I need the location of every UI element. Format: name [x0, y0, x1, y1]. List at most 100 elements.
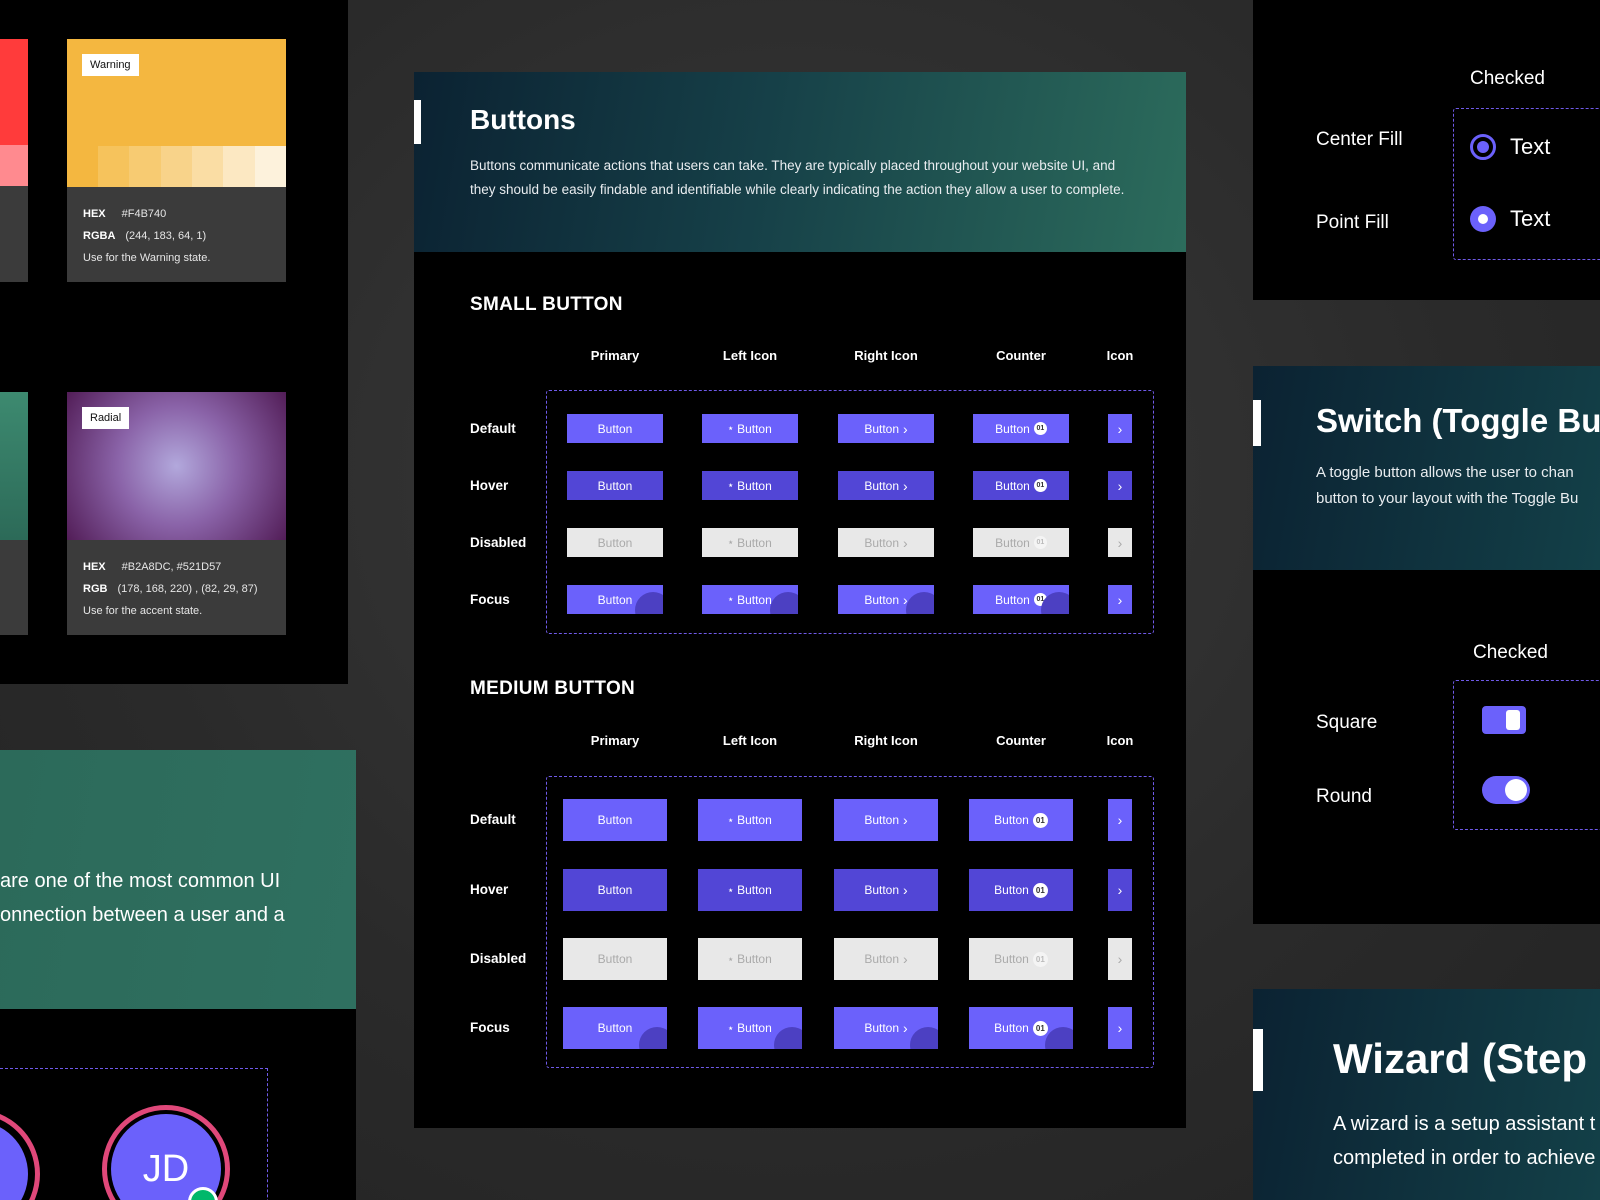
chevron-right-icon: › [903, 812, 908, 828]
small-left-icon-button-hover[interactable]: ⭑ Button [702, 471, 798, 500]
round-label: Round [1316, 786, 1372, 807]
medium-counter-button-default[interactable]: Button 01 [969, 799, 1073, 841]
button-label: Button [995, 535, 1030, 550]
medium-primary-button-focus[interactable]: Button [563, 1007, 667, 1049]
chevron-right-icon: › [1117, 477, 1123, 494]
medium-col-right-icon: Right Icon [854, 733, 918, 748]
switch-panel: Switch (Toggle Bu A toggle button allows… [1253, 366, 1600, 924]
small-icon-button-default[interactable]: › [1108, 414, 1132, 443]
warning-info: HEX #F4B740 RGBA (244, 183, 64, 1) Use for… [67, 187, 286, 285]
button-label: Button [737, 883, 772, 897]
button-label: Button [995, 478, 1030, 493]
small-counter-button-disabled: Button 01 [973, 528, 1069, 557]
page-description: Buttons communicate actions that users c… [470, 158, 1125, 197]
medium-right-icon-button-focus[interactable]: Button › [834, 1007, 938, 1049]
small-counter-button-focus[interactable]: Button 01 [973, 585, 1069, 614]
small-left-icon-button-default[interactable]: ⭑ Button [702, 414, 798, 443]
point-fill-label: Point Fill [1316, 212, 1389, 233]
wizard-section-marker [1253, 1029, 1263, 1091]
intro-text-panel: are one of the most common UI onnection … [0, 750, 356, 1009]
square-label: Square [1316, 712, 1378, 733]
button-label: Button [597, 421, 633, 436]
avatar-initials: JD [142, 1147, 190, 1190]
center-fill-label: Center Fill [1316, 129, 1403, 150]
medium-counter-button-hover[interactable]: Button 01 [969, 869, 1073, 911]
small-counter-button-hover[interactable]: Button 01 [973, 471, 1069, 500]
counter-badge: 01 [1032, 951, 1048, 967]
switch-section-marker [1253, 400, 1261, 446]
medium-primary-button-hover[interactable]: Button [563, 869, 667, 911]
warning-swatch: Warning HEX #F4B740 RGBA (244, 183, 64, 1)… [67, 39, 286, 282]
counter-badge: 01 [1032, 882, 1048, 898]
chevron-right-icon: › [903, 591, 908, 608]
wizard-title: Wizard (Step [1333, 1035, 1587, 1082]
error-tint-partial [0, 145, 28, 186]
center-fill-radio[interactable] [1470, 134, 1496, 160]
medium-right-icon-button-hover[interactable]: Button › [834, 869, 938, 911]
medium-col-primary: Primary [590, 733, 640, 748]
radial-hex: #B2A8DC, #521D57 [121, 561, 222, 573]
button-label: Button [597, 952, 633, 966]
small-primary-button-focus[interactable]: Button [567, 585, 663, 614]
button-label: Button [737, 592, 772, 607]
small-col-primary: Primary [590, 348, 640, 363]
small-icon-button-disabled: › [1108, 528, 1132, 557]
medium-col-icon: Icon [1106, 733, 1134, 748]
buttons-card: Buttons Buttons communicate actions that… [414, 72, 1186, 1128]
chevron-right-icon: › [1117, 812, 1123, 828]
wizard-panel: Wizard (Step A wizard is a setup assista… [1253, 989, 1600, 1200]
medium-left-icon-button-default[interactable]: ⭑ Button [698, 799, 802, 841]
user-icon: ⭑ [728, 594, 734, 604]
small-right-icon-button-focus[interactable]: Button › [838, 585, 934, 614]
small-right-icon-button-default[interactable]: Button › [838, 414, 934, 443]
medium-row-hover: Hover [470, 882, 509, 897]
switch-desc-line-2: button to your layout with the Toggle Bu [1316, 490, 1579, 507]
medium-counter-button-focus[interactable]: Button 01 [969, 1007, 1073, 1049]
warning-tints [98, 146, 286, 187]
chevron-right-icon: › [1117, 534, 1123, 551]
point-fill-radio[interactable] [1470, 206, 1496, 232]
button-label: Button [597, 535, 633, 550]
small-counter-button-default[interactable]: Button 01 [973, 414, 1069, 443]
medium-row-default: Default [470, 812, 516, 827]
small-left-icon-button-focus[interactable]: ⭑ Button [702, 585, 798, 614]
medium-right-icon-button-default[interactable]: Button › [834, 799, 938, 841]
counter-badge: 01 [1033, 422, 1047, 435]
button-label: Button [864, 592, 900, 607]
green-swatch-partial [0, 392, 28, 540]
button-label: Button [995, 421, 1030, 436]
button-label: Button [864, 1021, 900, 1035]
medium-icon-button-hover[interactable]: › [1108, 869, 1132, 911]
wizard-desc-line-2: completed in order to achieve [1333, 1147, 1596, 1169]
point-fill-text: Text [1510, 206, 1551, 231]
warning-tag: Warning [82, 54, 139, 76]
radio-dashed-box [1453, 108, 1600, 260]
medium-left-icon-button-focus[interactable]: ⭑ Button [698, 1007, 802, 1049]
medium-icon-button-focus[interactable]: › [1108, 1007, 1132, 1049]
small-primary-button-default[interactable]: Button [567, 414, 663, 443]
chevron-right-icon: › [1117, 591, 1123, 608]
colors-panel: Warning HEX #F4B740 RGBA (244, 183, 64, 1)… [0, 0, 348, 684]
chevron-right-icon: › [903, 882, 908, 898]
small-right-icon-button-hover[interactable]: Button › [838, 471, 934, 500]
medium-left-icon-button-hover[interactable]: ⭑ Button [698, 869, 802, 911]
radial-tag: Radial [82, 407, 130, 429]
button-label: Button [994, 952, 1029, 966]
section-marker [414, 100, 421, 144]
warning-rgba: (244, 183, 64, 1) [125, 230, 207, 242]
small-col-right-icon: Right Icon [854, 348, 918, 363]
small-primary-button-hover[interactable]: Button [567, 471, 663, 500]
button-label: Button [597, 1021, 633, 1035]
small-icon-button-focus[interactable]: › [1108, 585, 1132, 614]
counter-badge: 01 [1033, 536, 1047, 549]
small-icon-button-hover[interactable]: › [1108, 471, 1132, 500]
page-title: Buttons [470, 104, 576, 135]
medium-icon-button-default[interactable]: › [1108, 799, 1132, 841]
error-swatch-partial [0, 39, 28, 145]
round-toggle[interactable] [1482, 776, 1530, 804]
medium-left-icon-button-disabled: ⭑ Button [698, 938, 802, 980]
button-label: Button [995, 592, 1030, 607]
button-label: Button [994, 1021, 1029, 1035]
medium-primary-button-default[interactable]: Button [563, 799, 667, 841]
square-toggle[interactable] [1482, 706, 1526, 734]
